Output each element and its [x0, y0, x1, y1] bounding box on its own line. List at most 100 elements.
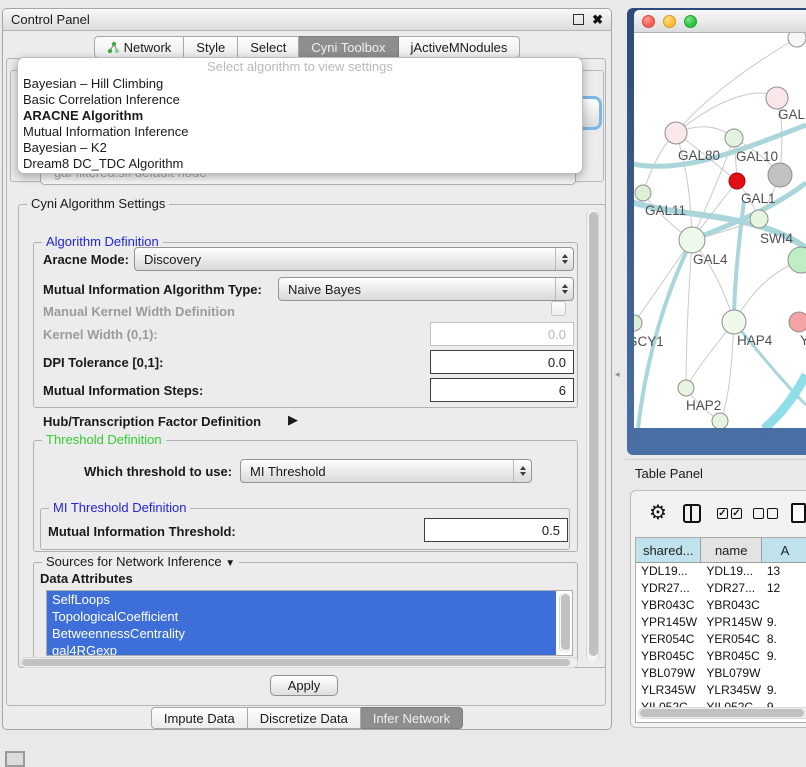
manual-kernel-checkbox[interactable]	[551, 301, 566, 316]
tab-style[interactable]: Style	[184, 36, 238, 58]
network-node[interactable]	[789, 312, 806, 332]
network-node[interactable]	[722, 310, 746, 334]
network-node-label: GAL1	[741, 191, 776, 206]
network-node[interactable]	[635, 185, 651, 201]
settings-hscrollbar-thumb[interactable]	[22, 659, 570, 666]
attribute-list-item[interactable]: BetweennessCentrality	[47, 625, 556, 642]
table-cell: YBR045C	[701, 648, 761, 665]
attribute-table: shared...nameA YDL19...YDL19...13YDR27..…	[635, 537, 806, 723]
collapse-down-icon[interactable]: ▼	[225, 558, 235, 569]
aracne-mode-label: Aracne Mode:	[43, 252, 129, 267]
network-node[interactable]	[679, 227, 705, 253]
table-cell: YBL079W	[636, 665, 701, 682]
mi-algorithm-type-select[interactable]: Naive Bayes	[278, 277, 574, 301]
tab-cyni-toolbox[interactable]: Cyni Toolbox	[299, 36, 398, 58]
tab-select[interactable]: Select	[238, 36, 299, 58]
network-node[interactable]	[729, 173, 745, 189]
minimized-panel-icon[interactable]	[5, 751, 25, 767]
attributes-scrollbar	[559, 593, 570, 653]
network-node[interactable]	[788, 247, 806, 273]
float-icon[interactable]	[573, 14, 584, 25]
expand-right-icon[interactable]: ▶	[288, 412, 298, 428]
attribute-list-item[interactable]: TopologicalCoefficient	[47, 608, 556, 625]
attribute-list-item[interactable]: gal4RGexp	[47, 642, 556, 656]
column-header[interactable]: shared...	[636, 538, 701, 562]
network-node-label: GCY1	[634, 334, 664, 349]
algorithm-option[interactable]: ARACNE Algorithm	[18, 108, 582, 124]
network-node[interactable]	[725, 129, 743, 147]
table-cell	[762, 665, 806, 682]
table-row[interactable]: YLR345WYLR345W9.	[636, 682, 806, 699]
table-cell	[762, 597, 806, 614]
aracne-mode-select[interactable]: Discovery	[134, 247, 574, 271]
algorithm-option[interactable]: Bayesian – Hill Climbing	[18, 76, 582, 92]
table-cell: 13	[762, 563, 806, 580]
column-header[interactable]: name	[701, 538, 761, 562]
table-row[interactable]: YBL079WYBL079W	[636, 665, 806, 682]
hub-section-label: Hub/Transcription Factor Definition	[43, 414, 261, 429]
unchecked-columns-icon[interactable]	[753, 508, 778, 519]
zoom-traffic-light-icon[interactable]	[684, 15, 697, 28]
settings-hscrollbar	[20, 657, 578, 668]
table-row[interactable]: YER054CYER054C8.	[636, 631, 806, 648]
page-icon[interactable]	[791, 503, 806, 523]
data-attributes-label: Data Attributes	[40, 571, 133, 586]
table-row[interactable]: YDR27...YDR27...12	[636, 580, 806, 597]
network-node[interactable]	[788, 33, 806, 47]
network-canvas[interactable]: GALGAL80GAL10GAL1GAL11SWI4GAL4GCY1HAP4YH…	[634, 33, 806, 428]
checked-columns-icon[interactable]: ✓✓	[717, 508, 742, 519]
algorithm-option[interactable]: Mutual Information Inference	[18, 124, 582, 140]
network-window-titlebar	[634, 10, 806, 33]
network-node[interactable]	[712, 413, 728, 428]
algorithm-dropdown-placeholder: Select algorithm to view settings	[18, 58, 582, 76]
network-node[interactable]	[665, 122, 687, 144]
table-panel-title: Table Panel	[635, 466, 703, 481]
which-threshold-label: Which threshold to use:	[84, 464, 232, 479]
algorithm-option[interactable]: Bayesian – K2	[18, 140, 582, 156]
network-node[interactable]	[634, 315, 642, 331]
kernel-width-input[interactable]	[430, 322, 574, 346]
table-cell: YLR345W	[701, 682, 761, 699]
column-header[interactable]: A	[762, 538, 806, 562]
tab-discretize-data[interactable]: Discretize Data	[248, 707, 361, 729]
table-row[interactable]: YPR145WYPR145W9.	[636, 614, 806, 631]
network-node[interactable]	[766, 87, 788, 109]
close-icon[interactable]: ✖	[592, 12, 603, 28]
algorithm-option[interactable]: Basic Correlation Inference	[18, 92, 582, 108]
algorithm-option[interactable]: Dream8 DC_TDC Algorithm	[18, 156, 582, 172]
which-threshold-select[interactable]: MI Threshold	[240, 459, 532, 483]
settings-vscrollbar-thumb[interactable]	[589, 212, 598, 656]
sources-title: Sources for Network Inference ▼	[42, 554, 239, 569]
network-node[interactable]	[678, 380, 694, 396]
tab-infer-network[interactable]: Infer Network	[361, 707, 463, 729]
dpi-tolerance-input[interactable]	[430, 350, 574, 374]
minimize-traffic-light-icon[interactable]	[663, 15, 676, 28]
apply-button[interactable]: Apply	[270, 675, 338, 696]
table-row[interactable]: YBR045CYBR045C9.	[636, 648, 806, 665]
network-node-label: GAL	[778, 107, 806, 122]
network-graph: GALGAL80GAL10GAL1GAL11SWI4GAL4GCY1HAP4YH…	[634, 33, 806, 428]
close-traffic-light-icon[interactable]	[642, 15, 655, 28]
network-edge[interactable]	[734, 260, 801, 322]
mi-threshold-input[interactable]	[424, 518, 568, 542]
table-row[interactable]: YBR043CYBR043C	[636, 597, 806, 614]
network-node[interactable]	[750, 210, 768, 228]
attributes-scrollbar-thumb[interactable]	[561, 594, 570, 650]
table-cell: 9.	[762, 614, 806, 631]
network-edge[interactable]	[686, 240, 692, 388]
tab-network[interactable]: Network	[94, 36, 185, 58]
gear-icon[interactable]: ⚙	[649, 503, 667, 523]
data-attributes-list[interactable]: SelfLoopsTopologicalCoefficientBetweenne…	[46, 590, 573, 656]
table-hscrollbar-thumb[interactable]	[640, 709, 804, 717]
network-node-label: GAL10	[736, 149, 778, 164]
tab-impute-data[interactable]: Impute Data	[151, 707, 248, 729]
tab-jactivemnodules[interactable]: jActiveMNodules	[399, 36, 521, 58]
network-edge[interactable]	[676, 93, 777, 133]
splitter-handle[interactable]: ◂	[615, 369, 620, 380]
attribute-list-item[interactable]: SelfLoops	[47, 591, 556, 608]
mi-steps-input[interactable]	[430, 378, 574, 402]
table-cell: YDR27...	[636, 580, 701, 597]
table-row[interactable]: YDL19...YDL19...13	[636, 563, 806, 580]
network-node[interactable]	[768, 163, 792, 187]
split-columns-icon[interactable]	[683, 504, 701, 523]
